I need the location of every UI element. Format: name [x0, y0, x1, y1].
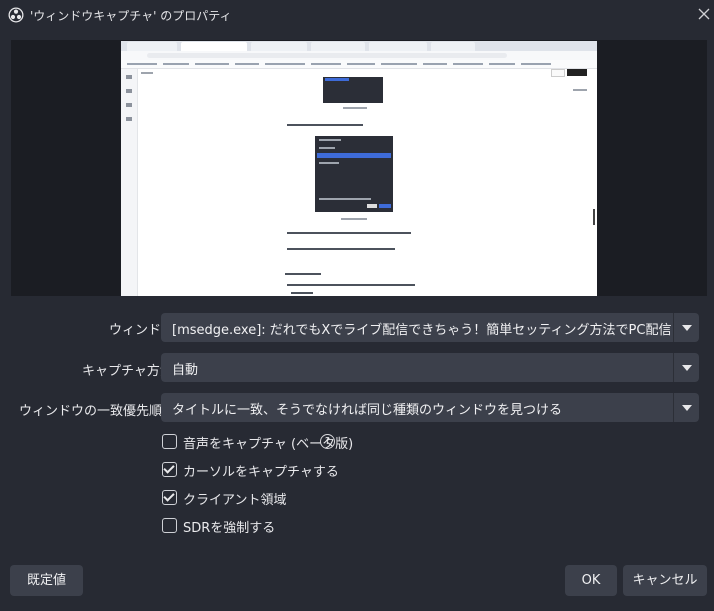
capture-audio-checkbox[interactable] — [162, 434, 177, 449]
capture-cursor-label[interactable]: カーソルをキャプチャする — [183, 461, 339, 480]
close-icon[interactable] — [696, 6, 712, 22]
capture-method-label: キャプチャ方法 — [82, 364, 173, 379]
capture-preview — [11, 40, 707, 296]
chevron-down-icon — [682, 365, 692, 371]
help-icon[interactable]: ? — [320, 434, 335, 449]
defaults-button[interactable]: 既定値 — [10, 565, 83, 596]
window-select-value: [msedge.exe]: だれでもXでライブ配信できちゃう！簡単セッティング方… — [172, 323, 672, 338]
cancel-button[interactable]: キャンセル — [623, 565, 707, 596]
window-select[interactable]: [msedge.exe]: だれでもXでライブ配信できちゃう！簡単セッティング方… — [161, 313, 699, 342]
client-area-checkbox[interactable] — [162, 490, 177, 505]
force-sdr-checkbox[interactable] — [162, 518, 177, 533]
client-area-label[interactable]: クライアント領域 — [183, 489, 286, 508]
chevron-down-icon — [682, 405, 692, 411]
capture-cursor-checkbox[interactable] — [162, 462, 177, 477]
window-title: 'ウィンドウキャプチャ' のプロパティ — [30, 9, 232, 23]
force-sdr-label[interactable]: SDRを強制する — [183, 517, 275, 536]
capture-method-value: 自動 — [172, 363, 199, 378]
match-priority-value: タイトルに一致、そうでなければ同じ種類のウィンドウを見つける — [172, 403, 563, 418]
preview-screenshot — [121, 41, 597, 296]
match-priority-select[interactable]: タイトルに一致、そうでなければ同じ種類のウィンドウを見つける — [161, 393, 699, 422]
obs-logo-icon — [8, 7, 24, 23]
ok-button[interactable]: OK — [565, 565, 617, 596]
match-priority-label: ウィンドウの一致優先順位 — [19, 404, 176, 419]
chevron-down-icon — [682, 325, 692, 331]
capture-method-select[interactable]: 自動 — [161, 353, 699, 382]
title-bar: 'ウィンドウキャプチャ' のプロパティ — [0, 0, 714, 30]
